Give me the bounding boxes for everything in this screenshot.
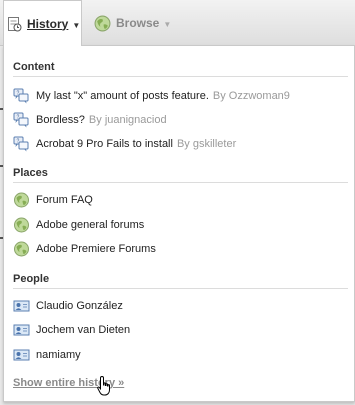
discussion-icon: ? (13, 112, 29, 128)
discussion-icon: ? (13, 136, 29, 152)
discussion-icon: ? (13, 88, 29, 104)
hand-cursor-icon (97, 375, 110, 396)
svg-text:?: ? (17, 115, 20, 121)
svg-text:?: ? (17, 139, 20, 145)
globe-icon (14, 241, 29, 257)
history-item-content[interactable]: ? Acrobat 9 Pro Fails to install By gski… (13, 134, 348, 154)
history-item-person[interactable]: Jochem van Dieten (13, 320, 348, 340)
section-divider (13, 182, 348, 183)
globe-icon (14, 217, 29, 233)
globe-icon (14, 192, 29, 208)
browse-label: Browse (116, 16, 160, 30)
history-dropdown: Content ? My last "x" amount of posts fe… (3, 45, 355, 402)
top-navigation-bar: History ▼ Browse ▼ (0, 0, 355, 46)
section-title-places: Places (13, 167, 48, 179)
history-item-place[interactable]: Adobe Premiere Forums (13, 239, 348, 259)
history-label: History (27, 16, 69, 31)
history-item-place[interactable]: Adobe general forums (13, 215, 348, 235)
profile-card-icon (13, 300, 30, 312)
history-item-content[interactable]: ? My last "x" amount of posts feature. B… (13, 86, 348, 106)
history-page-icon (8, 16, 22, 31)
globe-icon (94, 15, 111, 31)
browse-menu-button[interactable]: Browse ▼ (92, 0, 182, 46)
chevron-down-icon: ▼ (163, 20, 172, 29)
chevron-down-icon: ▼ (72, 20, 81, 30)
section-title-content: Content (13, 61, 55, 73)
history-item-person[interactable]: Claudio González (13, 296, 348, 316)
section-divider (13, 76, 348, 77)
section-divider (13, 288, 348, 289)
svg-text:?: ? (17, 91, 20, 97)
section-title-people: People (13, 273, 50, 285)
profile-card-icon (13, 349, 30, 361)
history-menu-button[interactable]: History ▼ (3, 0, 82, 46)
history-item-place[interactable]: Forum FAQ (13, 190, 348, 210)
profile-card-icon (13, 324, 30, 336)
history-item-content[interactable]: ? Bordless? By juanignaciod (13, 110, 348, 130)
history-item-person[interactable]: namiamy (13, 345, 348, 365)
